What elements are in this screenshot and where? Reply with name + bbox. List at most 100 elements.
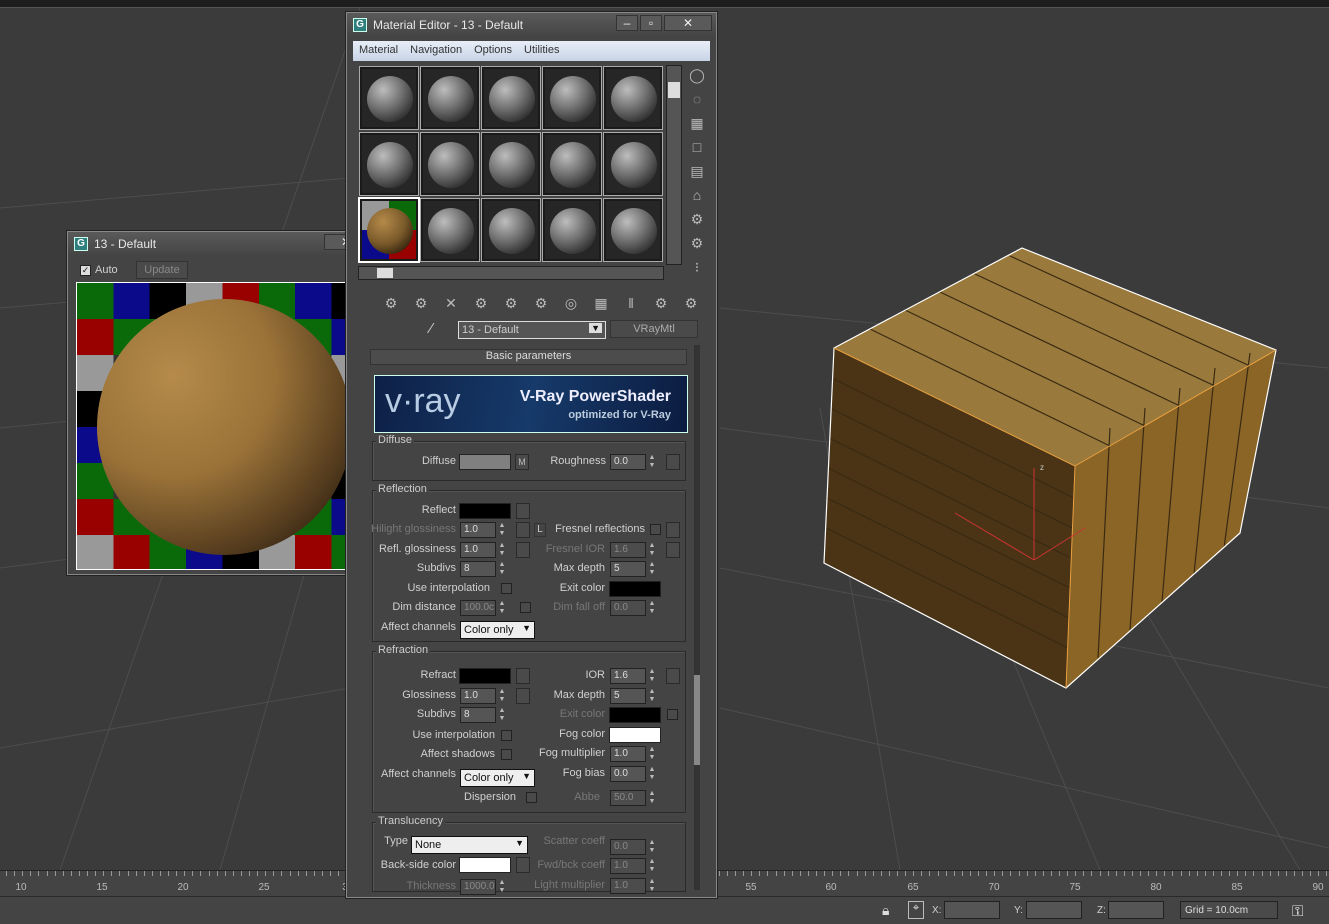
material-tool-icon[interactable]: ⚙ (410, 292, 432, 314)
spinner-arrows[interactable]: ▲ ▼ (498, 542, 506, 558)
color-swatch[interactable] (459, 503, 511, 519)
checkbox[interactable] (667, 709, 678, 720)
panel-scrollbar[interactable] (694, 345, 700, 890)
side-tool-icon[interactable]: ⁝ (686, 256, 708, 278)
map-button[interactable] (516, 688, 530, 704)
spinner-arrows[interactable]: ▲ ▼ (648, 858, 656, 874)
spinner-arrows[interactable]: ▲ ▼ (498, 561, 506, 577)
menu-utilities[interactable]: Utilities (518, 41, 565, 59)
spinner-field[interactable]: 5 (610, 561, 646, 577)
z-coordinate-field[interactable] (1108, 901, 1164, 919)
material-tool-icon[interactable]: ‖ (620, 292, 642, 314)
color-swatch[interactable] (459, 857, 511, 873)
spinner-field[interactable]: 1.0 (460, 522, 496, 538)
spinner-arrows[interactable]: ▲ ▼ (498, 707, 506, 723)
spinner-arrows[interactable]: ▲ ▼ (648, 668, 656, 684)
menu-navigation[interactable]: Navigation (404, 41, 468, 59)
sample-slot[interactable] (420, 198, 480, 262)
editor-title-bar[interactable]: G Material Editor - 13 - Default – ▫ ✕ (347, 13, 716, 37)
auto-checkbox[interactable]: ✓ (80, 265, 91, 276)
map-button[interactable] (666, 522, 680, 538)
minimize-button[interactable]: – (616, 15, 638, 31)
map-button[interactable] (666, 542, 680, 558)
x-coordinate-field[interactable] (944, 901, 1000, 919)
spinner-arrows[interactable]: ▲ ▼ (498, 879, 506, 895)
update-button[interactable]: Update (136, 261, 188, 279)
material-tool-icon[interactable]: ⚙ (470, 292, 492, 314)
sample-slot[interactable] (542, 66, 602, 130)
material-preview-window[interactable]: G 13 - Default ✕ ✓ Auto Update (67, 231, 373, 575)
sample-slot[interactable] (358, 197, 420, 263)
spinner-arrows[interactable]: ▲ ▼ (498, 522, 506, 538)
material-tool-icon[interactable]: ◎ (560, 292, 582, 314)
map-button[interactable] (666, 454, 680, 470)
checkbox[interactable] (501, 730, 512, 741)
side-tool-icon[interactable]: ▦ (686, 112, 708, 134)
spinner-arrows[interactable]: ▲ ▼ (498, 688, 506, 704)
spinner-arrows[interactable]: ▲ ▼ (648, 878, 656, 894)
lock-button[interactable]: L (534, 523, 546, 537)
spinner-arrows[interactable]: ▲ ▼ (648, 839, 656, 855)
sample-slot[interactable] (603, 132, 663, 196)
spinner-field[interactable]: 8 (460, 707, 496, 723)
color-swatch[interactable] (609, 727, 661, 743)
spinner-field[interactable]: 0.0 (610, 600, 646, 616)
sample-slot[interactable] (603, 66, 663, 130)
material-tool-icon[interactable]: ⚙ (680, 292, 702, 314)
side-tool-icon[interactable]: ◯ (686, 64, 708, 86)
spinner-field[interactable]: 5 (610, 688, 646, 704)
sample-slot[interactable] (359, 132, 419, 196)
sample-slot[interactable] (481, 132, 541, 196)
checkbox[interactable] (501, 583, 512, 594)
sample-slot[interactable] (603, 198, 663, 262)
material-name-field[interactable]: 13 - Default ▼ (458, 321, 606, 339)
spinner-arrows[interactable]: ▲ ▼ (648, 688, 656, 704)
menu-options[interactable]: Options (468, 41, 518, 59)
map-button[interactable] (516, 503, 530, 519)
spinner-field[interactable]: 1.6 (610, 542, 646, 558)
spinner-field[interactable]: 1.0 (460, 688, 496, 704)
material-tool-icon[interactable]: ⚙ (650, 292, 672, 314)
sample-slot[interactable] (420, 66, 480, 130)
spinner-field[interactable]: 100.0c (460, 600, 496, 616)
menu-material[interactable]: Material (353, 41, 404, 59)
material-tool-icon[interactable]: ⚙ (500, 292, 522, 314)
y-coordinate-field[interactable] (1026, 901, 1082, 919)
checkbox[interactable] (501, 749, 512, 760)
spinner-field[interactable]: 1.0 (610, 878, 646, 894)
material-tool-icon[interactable]: ✕ (440, 292, 462, 314)
map-button[interactable] (666, 668, 680, 684)
spinner-field[interactable]: 8 (460, 561, 496, 577)
color-swatch[interactable] (609, 707, 661, 723)
side-tool-icon[interactable]: ⚙ (686, 232, 708, 254)
material-type-button[interactable]: VRayMtl (610, 320, 698, 338)
wood-box[interactable]: z (823, 247, 1277, 689)
spinner-field[interactable]: 0.0 (610, 839, 646, 855)
material-tool-icon[interactable]: ⚙ (380, 292, 402, 314)
side-tool-icon[interactable]: □ (686, 136, 708, 158)
spinner-arrows[interactable]: ▲ ▼ (648, 790, 656, 806)
sample-slot[interactable] (481, 66, 541, 130)
sample-slot[interactable] (481, 198, 541, 262)
spinner-arrows[interactable]: ▲ ▼ (648, 561, 656, 577)
checkbox[interactable] (650, 524, 661, 535)
spinner-field[interactable]: 1.6 (610, 668, 646, 684)
affect-channels-dropdown[interactable]: Color only ▼ (460, 621, 535, 639)
maximize-button[interactable]: ▫ (640, 15, 662, 31)
map-button[interactable] (516, 542, 530, 558)
sample-slot[interactable] (542, 132, 602, 196)
map-button[interactable] (516, 857, 530, 873)
side-tool-icon[interactable]: ▤ (686, 160, 708, 182)
checkbox[interactable] (520, 602, 531, 613)
absolute-mode-icon[interactable]: ⌖ (908, 901, 924, 919)
checkbox[interactable] (526, 792, 537, 803)
spinner-field[interactable]: 50.0 (610, 790, 646, 806)
close-button[interactable]: ✕ (664, 15, 712, 31)
translucency-type-dropdown[interactable]: None ▼ (411, 836, 528, 854)
spinner-field[interactable]: 0.0 (610, 454, 646, 470)
side-tool-icon[interactable]: ⚙ (686, 208, 708, 230)
spinner-field[interactable]: 1.0 (460, 542, 496, 558)
spinner-field[interactable]: 0.0 (610, 766, 646, 782)
slots-horizontal-scrollbar[interactable] (358, 266, 664, 280)
lock-icon[interactable]: 🔒︎ (882, 902, 889, 919)
